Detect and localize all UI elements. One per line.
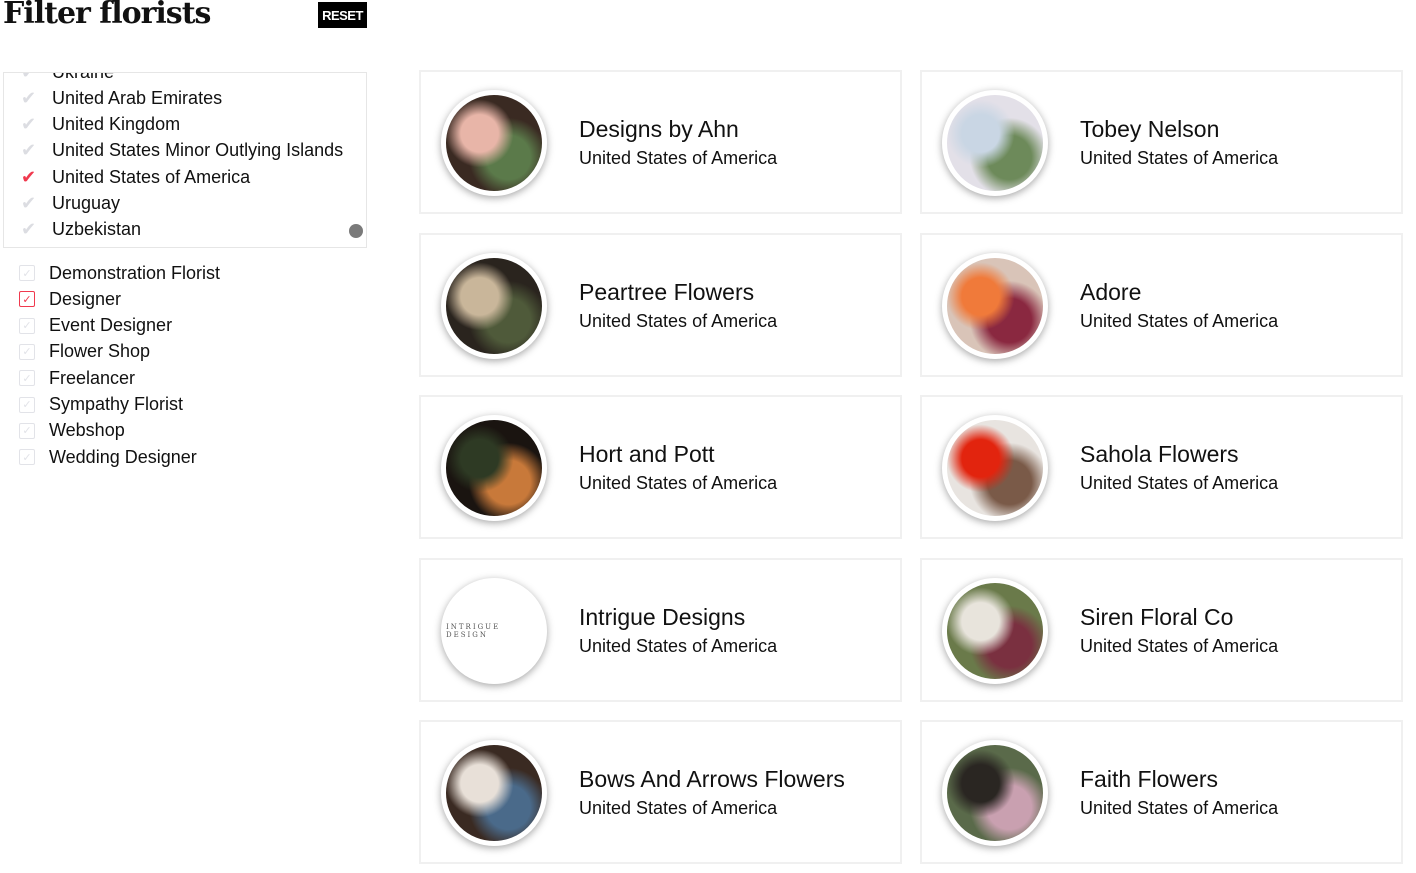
florist-avatar (441, 415, 547, 521)
florist-card[interactable]: Hort and Pott United States of America (419, 395, 902, 539)
checkbox[interactable]: ✓ (19, 396, 35, 413)
florist-card[interactable]: Sahola Flowers United States of America (920, 395, 1403, 539)
check-icon: ✔ (21, 87, 37, 108)
country-option[interactable]: ✔ United States of America (4, 164, 250, 190)
florist-avatar (942, 740, 1048, 846)
florist-name[interactable]: Bows And Arrows Flowers (579, 766, 845, 793)
country-filter-list[interactable]: ✔Ukraine✔United Arab Emirates✔United Kin… (3, 72, 367, 248)
type-option[interactable]: ✓ Event Designer (19, 313, 172, 339)
florist-name[interactable]: Siren Floral Co (1080, 604, 1233, 631)
reset-button[interactable]: RESET (318, 2, 367, 28)
florist-card[interactable]: Bows And Arrows Flowers United States of … (419, 720, 902, 864)
florist-avatar (942, 415, 1048, 521)
florist-avatar (942, 252, 1048, 359)
country-option[interactable]: ✔ United States Minor Outlying Islands (4, 138, 343, 164)
florist-avatar (441, 252, 547, 359)
checkbox[interactable]: ✓ (19, 422, 35, 439)
type-label: Event Designer (49, 315, 173, 336)
check-icon: ✔ (21, 140, 37, 161)
florist-name[interactable]: Tobey Nelson (1080, 116, 1219, 143)
florist-avatar (942, 90, 1048, 196)
check-icon: ✔ (21, 114, 37, 135)
checkbox[interactable]: ✓ (19, 317, 35, 334)
country-label: United States of America (52, 166, 251, 187)
country-option[interactable]: ✔Ukraine (4, 73, 114, 85)
checkbox[interactable]: ✓ (19, 343, 35, 360)
logo-text: INTRIGUE DESIGN (446, 622, 501, 639)
florist-avatar (441, 90, 547, 196)
scrollbar-thumb[interactable] (349, 224, 363, 238)
type-option[interactable]: ✓ Wedding Designer (19, 444, 197, 470)
page-title: Filter florists (3, 0, 211, 31)
type-option[interactable]: ✓ Demonstration Florist (19, 260, 220, 286)
type-option[interactable]: ✓ Designer (19, 286, 121, 312)
florist-card[interactable]: Adore United States of America (920, 232, 1403, 377)
florist-name[interactable]: Peartree Flowers (579, 279, 754, 306)
florist-card[interactable]: INTRIGUE DESIGN Intrigue Designs United St… (419, 557, 902, 702)
florist-country: United States of America (579, 798, 778, 818)
florist-card[interactable]: Tobey Nelson United States of America (920, 70, 1403, 214)
type-label: Flower Shop (49, 341, 151, 362)
florist-card[interactable]: Siren Floral Co United States of America (920, 557, 1403, 702)
type-label: Sympathy Florist (49, 394, 184, 414)
check-icon: ✔ (21, 193, 37, 213)
country-option[interactable]: ✔ Uzbekistan (4, 217, 141, 243)
florist-avatar (441, 740, 547, 846)
florist-country: United States of America (1080, 310, 1279, 331)
florist-name[interactable]: Designs by Ahn (579, 116, 739, 143)
check-icon: ✔ (4, 73, 52, 83)
type-label: Designer (49, 288, 122, 309)
florist-country: United States of America (1080, 635, 1279, 656)
checkbox[interactable]: ✓ (19, 291, 35, 308)
country-label: Uruguay (52, 193, 121, 213)
type-label: Wedding Designer (49, 446, 197, 467)
type-label: Freelancer (49, 367, 136, 388)
florist-name[interactable]: Hort and Pott (579, 441, 715, 468)
checkbox[interactable]: ✓ (19, 449, 35, 466)
country-label: United States Minor Outlying Islands (52, 140, 344, 161)
florist-name[interactable]: Faith Flowers (1080, 766, 1218, 793)
country-label: United Kingdom (52, 114, 181, 135)
country-option[interactable]: ✔ United Arab Emirates (4, 85, 222, 111)
florist-name[interactable]: Intrigue Designs (579, 604, 745, 631)
florist-card[interactable]: Faith Flowers United States of America (920, 720, 1403, 864)
florist-avatar (942, 577, 1048, 684)
florist-country: United States of America (579, 473, 778, 493)
check-icon: ✔ (21, 219, 37, 240)
country-label: Uzbekistan (52, 219, 142, 240)
florist-name[interactable]: Sahola Flowers (1080, 441, 1239, 468)
florist-logo: INTRIGUE DESIGN (441, 577, 547, 684)
type-option[interactable]: ✓ Sympathy Florist (19, 392, 183, 418)
country-label: United Arab Emirates (52, 87, 223, 108)
florist-country: United States of America (579, 148, 778, 168)
type-option[interactable]: ✓ Flower Shop (19, 339, 150, 365)
type-label: Webshop (49, 420, 125, 441)
florist-country: United States of America (579, 310, 778, 331)
country-option[interactable]: ✔ Uruguay (4, 191, 120, 217)
florist-card[interactable]: Peartree Flowers United States of America (419, 232, 902, 377)
checkbox[interactable]: ✓ (19, 370, 35, 387)
florist-name[interactable]: Adore (1080, 279, 1141, 306)
florist-country: United States of America (1080, 148, 1279, 168)
type-option[interactable]: ✓ Freelancer (19, 365, 135, 391)
type-label: Demonstration Florist (49, 262, 221, 283)
type-option[interactable]: ✓ Webshop (19, 418, 125, 444)
country-option[interactable]: ✔ United Kingdom (4, 112, 180, 138)
florist-country: United States of America (1080, 798, 1279, 818)
florist-card[interactable]: Designs by Ahn United States of America (419, 70, 902, 214)
check-icon: ✔ (21, 166, 37, 187)
checkbox[interactable]: ✓ (19, 265, 35, 281)
florist-country: United States of America (1080, 473, 1279, 493)
florist-country: United States of America (579, 635, 778, 656)
country-label: Ukraine (52, 73, 114, 83)
